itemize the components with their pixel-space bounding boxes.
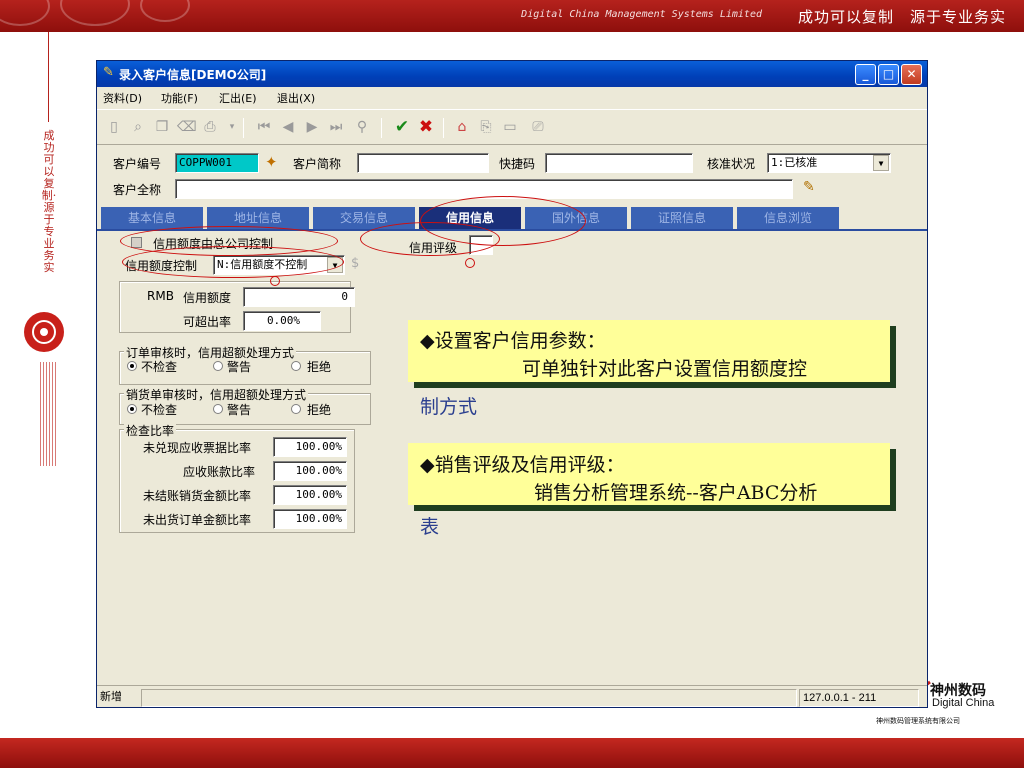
sales-option-warn: 警告: [227, 403, 252, 417]
toolbar: ▯ ⌕ ❐ ⌫ ⎙ ▾ ⏮ ◀ ▶ ⏭ ⚲ ✔ ✖ ⌂ ⎘ ▭ ⎚: [97, 109, 927, 145]
decorative-stripes: [40, 362, 58, 466]
ratio-label: 未结账销货金额比率: [143, 489, 252, 503]
cancel-icon[interactable]: ✖: [417, 118, 435, 136]
overrun-label: 可超出率: [183, 315, 232, 329]
logo-company-full: 神州数码管理系统有限公司: [876, 717, 960, 725]
sales-radio-reject[interactable]: [291, 404, 301, 414]
note-rating-body: 销售分析管理系统--客户ABC分析: [534, 482, 818, 504]
find-icon[interactable]: ⚲: [353, 118, 371, 136]
customer-entry-window: ✎ 录入客户信息[DEMO公司] _ □ ✕ 资料(D) 功能(F) 汇出(E)…: [96, 60, 928, 708]
ratio-label: 未兑现应收票据比率: [143, 441, 252, 455]
next-icon[interactable]: ▶: [303, 118, 321, 136]
toolbar-separator: [443, 118, 444, 138]
customer-code-field[interactable]: COPPW001: [175, 153, 259, 173]
toolbar-separator: [381, 118, 382, 138]
title-bar[interactable]: ✎ 录入客户信息[DEMO公司] _ □ ✕: [97, 61, 927, 87]
attach-icon[interactable]: ⎘: [477, 118, 495, 136]
menu-data[interactable]: 资料(D): [103, 90, 142, 106]
quick-code-field[interactable]: [545, 153, 693, 173]
annotation-ellipse: [420, 196, 586, 246]
order-radio-reject[interactable]: [291, 361, 301, 371]
copy-icon[interactable]: ❐: [153, 118, 171, 136]
image-icon[interactable]: ▭: [501, 118, 519, 136]
close-button[interactable]: ✕: [901, 64, 922, 85]
order-radio-nocheck[interactable]: [127, 361, 137, 371]
sales-radio-nocheck[interactable]: [127, 404, 137, 414]
limit-label: 信用额度: [183, 291, 232, 305]
quick-code-label: 快捷码: [499, 157, 536, 171]
disc-logo-icon: [24, 312, 64, 352]
annotation-ellipse: [122, 246, 344, 278]
order-option-warn: 警告: [227, 360, 252, 374]
first-icon[interactable]: ⏮: [255, 118, 273, 136]
home-icon[interactable]: ⌂: [453, 118, 471, 136]
annotation-marker-icon: [270, 276, 280, 286]
chevron-down-icon[interactable]: ▼: [873, 155, 889, 171]
confirm-icon[interactable]: ✔: [393, 118, 411, 136]
logo-en: Digital China: [932, 697, 995, 709]
menu-bar: 资料(D) 功能(F) 汇出(E) 退出(X): [97, 87, 927, 107]
new-doc-icon[interactable]: ▯: [105, 118, 123, 136]
sales-option-nocheck: 不检查: [141, 403, 178, 417]
approval-status-label: 核准状况: [707, 157, 756, 171]
print-icon[interactable]: ⎙: [201, 118, 219, 136]
preview-icon[interactable]: ⌕: [129, 118, 147, 136]
menu-export[interactable]: 汇出(E): [219, 90, 257, 106]
edit-note-icon[interactable]: ✎: [803, 179, 821, 197]
ratio-field[interactable]: 100.00%: [273, 485, 347, 505]
window-title: 录入客户信息[DEMO公司]: [119, 68, 267, 82]
side-slogan: 成功可以复制·源于专业务实: [41, 129, 57, 274]
note-rating-title: ◆销售评级及信用评级：: [420, 454, 625, 476]
ratio-label: 未出货订单金额比率: [143, 513, 252, 527]
slogan: 成功可以复制 源于专业务实: [797, 8, 1006, 26]
note-credit-body: 可单独针对此客户设置信用额度控: [522, 358, 808, 380]
toolbar-separator: [243, 118, 244, 138]
order-option-reject: 拒绝: [307, 360, 332, 374]
currency-icon[interactable]: $: [351, 256, 359, 271]
print-dropdown-icon[interactable]: ▾: [223, 118, 241, 136]
limit-field[interactable]: 0: [243, 287, 355, 307]
menu-function[interactable]: 功能(F): [161, 90, 198, 106]
currency-label: RMB: [147, 289, 174, 303]
annotation-marker-icon: [465, 258, 475, 268]
maximize-button[interactable]: □: [878, 64, 899, 85]
approval-status-value: 1:已核准: [771, 156, 818, 169]
status-message: [141, 689, 797, 707]
ratio-label: 应收账款比率: [183, 465, 256, 479]
menu-exit[interactable]: 退出(X): [277, 90, 315, 106]
tab-license-info[interactable]: 证照信息: [631, 207, 735, 229]
tab-browse-info[interactable]: 信息浏览: [737, 207, 841, 229]
left-rule: [48, 32, 49, 122]
ratio-field[interactable]: 100.00%: [273, 461, 347, 481]
sales-option-reject: 拒绝: [307, 403, 332, 417]
minimize-button[interactable]: _: [855, 64, 876, 85]
app-icon: ✎: [103, 65, 114, 80]
lookup-icon[interactable]: ✦: [265, 153, 283, 173]
ratio-field[interactable]: 100.00%: [273, 509, 347, 529]
prev-icon[interactable]: ◀: [279, 118, 297, 136]
delete-icon[interactable]: ⌫: [177, 118, 197, 136]
status-host: 127.0.0.1 - 211: [799, 689, 919, 707]
note-rating-overflow: 表: [420, 516, 440, 538]
status-bar: 新增 127.0.0.1 - 211: [97, 685, 927, 707]
last-icon[interactable]: ⏭: [327, 118, 345, 136]
approval-status-select[interactable]: 1:已核准 ▼: [767, 153, 891, 173]
customer-short-field[interactable]: [357, 153, 489, 173]
order-option-nocheck: 不检查: [141, 360, 178, 374]
note-credit-title: ◆设置客户信用参数：: [420, 330, 606, 352]
report-icon[interactable]: ⎚: [529, 118, 547, 136]
company-name-en: Digital China Management Systems Limited: [521, 9, 762, 20]
customer-fullname-label: 客户全称: [113, 183, 162, 197]
note-credit-overflow: 制方式: [420, 396, 478, 418]
ratio-field[interactable]: 100.00%: [273, 437, 347, 457]
tab-basic-info[interactable]: 基本信息: [101, 207, 205, 229]
check-ratio-group-label: 检查比率: [124, 422, 177, 439]
sales-radio-warn[interactable]: [213, 404, 223, 414]
customer-code-label: 客户编号: [113, 157, 162, 171]
order-radio-warn[interactable]: [213, 361, 223, 371]
status-mode: 新增: [100, 691, 122, 703]
overrun-field[interactable]: 0.00%: [243, 311, 321, 331]
bottom-banner: [0, 738, 1024, 768]
customer-short-label: 客户简称: [293, 157, 342, 171]
